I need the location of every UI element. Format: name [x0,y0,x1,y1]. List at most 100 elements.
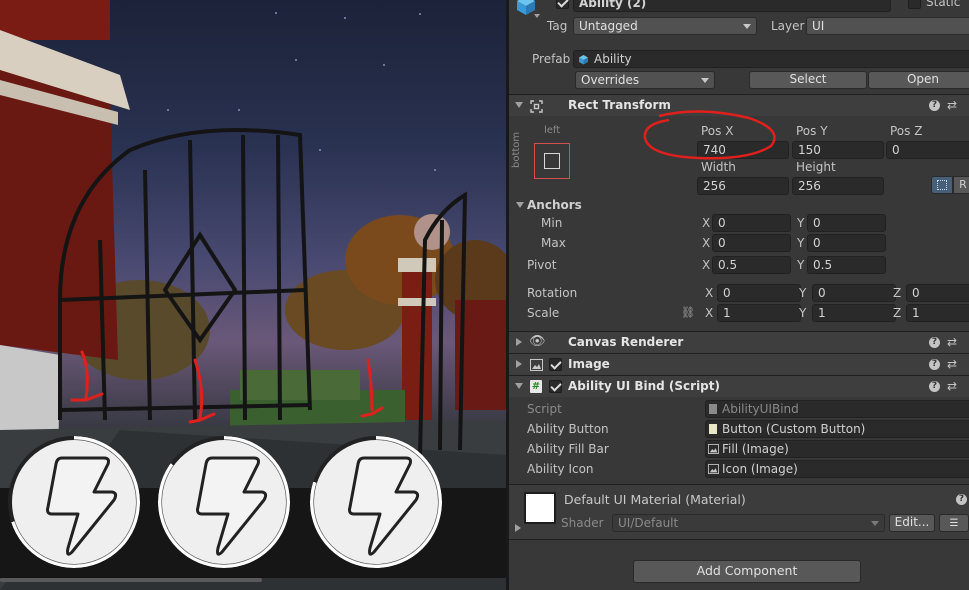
lightning-bolt-icon [46,456,118,556]
object-name-field[interactable]: Ability (2) [573,0,891,12]
material-name: Default UI Material (Material) [564,492,746,507]
shader-label: Shader [561,516,604,530]
x-axis-label: X [705,286,714,300]
ability-slot-2[interactable] [158,436,290,568]
help-icon[interactable]: ? [929,100,940,111]
ability-fill-bar-label: Ability Fill Bar [527,442,609,456]
script-label: Script [527,402,562,416]
tag-dropdown[interactable]: Untagged [573,17,757,35]
image-header[interactable]: Image ? ⇄ [509,353,969,375]
canvas-renderer-title: Canvas Renderer [568,335,684,349]
image-icon [530,359,543,371]
x-axis-label: X [705,306,714,320]
prefab-value: Ability [594,52,632,66]
ability-ui-bind-header[interactable]: # Ability UI Bind (Script) ? ⇄ [509,375,969,397]
select-button[interactable]: Select [749,71,867,89]
edit-shader-button[interactable]: Edit... [889,514,935,532]
canvas-renderer-header[interactable]: 👁 Canvas Renderer ? ⇄ [509,331,969,353]
image-title: Image [568,357,610,371]
rotation-label: Rotation [527,286,578,300]
pivot-y-field[interactable]: 0.5 [807,256,886,274]
ability-ui-bind-title: Ability UI Bind (Script) [568,379,720,393]
pos-z-label: Pos Z [890,124,923,138]
lightning-bolt-icon [348,456,420,556]
prefab-label: Prefab [532,52,571,66]
anchor-preset-button[interactable] [534,143,570,179]
foldout-arrow-icon[interactable] [516,360,522,368]
material-foldout-icon[interactable] [515,524,521,532]
rotation-y-field[interactable]: 0 [812,284,896,302]
settings-sliders-icon[interactable]: ⇄ [947,357,957,371]
ability-slot-3[interactable] [310,436,442,568]
x-axis-label: X [702,236,711,250]
image-enabled-checkbox[interactable] [549,358,562,371]
blueprint-mode-button[interactable] [931,176,953,194]
pivot-label: Pivot [527,258,557,272]
width-field[interactable]: 256 [697,177,789,195]
help-icon[interactable]: ? [956,494,967,505]
chevron-down-icon [871,521,879,526]
rotation-x-field[interactable]: 0 [717,284,801,302]
ability-icon-field[interactable]: Icon (Image) [705,460,969,478]
foldout-arrow-icon[interactable] [515,102,523,108]
x-axis-label: X [702,258,711,272]
height-field[interactable]: 256 [792,177,884,195]
anchors-foldout-icon[interactable] [516,202,524,208]
anchor-min-x-field[interactable]: 0 [712,214,791,232]
overrides-label: Overrides [581,73,640,87]
anchor-max-x-field[interactable]: 0 [712,234,791,252]
layer-value: UI [812,19,825,33]
shader-value: UI/Default [618,516,679,530]
button-component-icon [709,424,717,434]
image-icon [708,464,719,474]
settings-sliders-icon[interactable]: ⇄ [947,98,957,112]
active-checkbox[interactable] [556,0,569,9]
script-file-icon [709,404,717,414]
anchor-preset-v-label: bottom [511,131,522,168]
pos-y-label: Pos Y [796,124,828,138]
foldout-arrow-icon[interactable] [515,383,523,389]
constrain-proportions-link-icon[interactable]: ⛓ [681,306,695,319]
static-checkbox[interactable] [908,0,921,9]
rotation-z-field[interactable]: 0 [906,284,969,302]
help-icon[interactable]: ? [929,359,940,370]
shader-dropdown[interactable]: UI/Default [612,514,885,532]
prefab-field[interactable]: Ability [573,50,969,68]
help-icon[interactable]: ? [929,381,940,392]
foldout-arrow-icon[interactable] [516,338,522,346]
y-axis-label: Y [799,286,807,300]
anchor-preset-h-label: left [544,125,561,136]
settings-sliders-icon[interactable]: ⇄ [947,335,957,349]
settings-sliders-icon[interactable]: ⇄ [947,379,957,393]
lightning-bolt-icon [196,456,268,556]
scale-x-field[interactable]: 1 [717,304,801,322]
ability-ui-bind-enabled-checkbox[interactable] [549,380,562,393]
game-view[interactable] [0,0,506,590]
layer-dropdown[interactable]: UI [806,17,969,35]
chevron-down-icon [701,78,709,83]
raw-edit-button[interactable]: R [953,176,969,194]
overrides-dropdown[interactable]: Overrides [575,71,715,89]
open-button[interactable]: Open [868,71,969,89]
pivot-x-field[interactable]: 0.5 [712,256,791,274]
blueprint-icon [937,180,947,190]
icon-picker-caret[interactable] [534,14,540,18]
shader-menu-button[interactable]: ☰ [939,514,969,532]
scale-y-field[interactable]: 1 [812,304,896,322]
ability-fill-bar-field[interactable]: Fill (Image) [705,440,969,458]
chevron-down-icon [743,24,751,29]
pos-z-field[interactable]: 0 [886,141,969,159]
anchor-min-y-field[interactable]: 0 [807,214,886,232]
ability-slot-1[interactable] [8,436,140,568]
add-component-button[interactable]: Add Component [633,560,861,583]
list-icon: ☰ [949,518,959,529]
help-icon[interactable]: ? [929,337,940,348]
csharp-script-icon: # [530,380,542,393]
pos-y-field[interactable]: 150 [792,141,884,159]
anchor-max-y-field[interactable]: 0 [807,234,886,252]
y-axis-label: Y [797,258,805,272]
material-preview-swatch[interactable] [524,492,556,524]
scale-z-field[interactable]: 1 [906,304,969,322]
ability-button-field[interactable]: Button (Custom Button) [705,420,969,438]
horizontal-scrollbar[interactable] [0,578,262,582]
